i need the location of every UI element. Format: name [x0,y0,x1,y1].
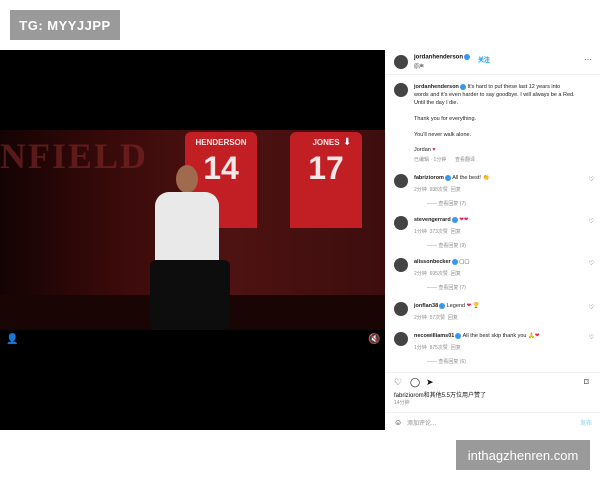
likes-summary: fabriziorom和其他5.5万位用户赞了 [394,393,487,399]
comment-username[interactable]: alissonbecker [414,259,451,265]
post-time: 已编辑 · 1分钟 [414,157,447,163]
comment-bar: ☺ 添加评论... 发布 [385,412,600,431]
view-replies[interactable]: —— 查看回复 (9) [427,242,466,249]
post-age: 14分钟 [394,400,410,406]
verified-icon [444,174,451,181]
comment-input[interactable]: 添加评论... [407,418,436,427]
heart-icon: ♥ [432,147,436,153]
locker-room-scene: NFIELD HENDERSON 14 JONES 17 [0,130,385,330]
audio-label: 原声 [414,64,425,70]
reply-button[interactable]: 回复 [451,345,461,351]
avatar[interactable] [394,302,408,316]
comment-meta: 2分钟 695次赞 回复 [414,271,461,277]
comment-text: fabriziorom All the best! 👏 [414,174,490,181]
avatar[interactable] [394,174,408,188]
verified-icon [455,332,462,339]
comment-username[interactable]: necowilliams01 [414,333,454,339]
reply-button[interactable]: 回复 [451,229,461,235]
follow-button[interactable]: 关注 [478,55,490,64]
caption-thanks: Thank you for everything. [414,116,477,122]
avatar[interactable] [394,332,408,346]
comment-username[interactable]: stevengerrard [414,217,451,223]
comment-text: stevengerrard ❤❤ [414,216,469,223]
emoji-icon[interactable]: ☺ [394,418,402,427]
shirt-number: 17 [308,150,344,186]
reply-button[interactable]: 回复 [451,271,461,277]
like-icon[interactable]: ♡ [589,304,594,311]
avatar[interactable] [394,258,408,272]
share-icon[interactable]: ➤ [426,377,434,388]
comment-meta: 2分钟 938次赞 回复 [414,187,461,193]
watermark-top: TG: MYYJJPP [10,10,120,40]
video-player[interactable]: NFIELD HENDERSON 14 JONES 17 ⬇ 👤 🔇 [0,50,385,430]
verified-icon [451,216,458,223]
comment-username[interactable]: fabriziorom [414,175,444,181]
comment-meta: 1分钟 875次赞 回复 [414,345,461,351]
verified-icon [439,302,446,309]
post-panel: jordanhenderson 关注 原声 ··· jordanhenderso… [385,50,600,430]
verified-icon [459,83,466,90]
view-replies[interactable]: —— 查看回复 (7) [427,284,466,291]
watermark-bottom: inthagzhenren.com [456,440,590,470]
user-icon[interactable]: 👤 [6,334,18,345]
comment-text: alissonbecker ▢▢ [414,258,470,265]
verified-icon [451,258,458,265]
like-icon[interactable]: ♡ [589,176,594,183]
more-icon[interactable]: ··· [584,55,592,64]
banner-text: NFIELD [0,136,149,176]
mute-icon[interactable]: 🔇 [368,334,380,345]
person-head [176,165,198,193]
comment-text: necowilliams01 All the best skip thank y… [414,332,540,339]
shirt-name: HENDERSON [195,138,247,147]
caption-ynwa: You'll never walk alone. [414,132,472,138]
person-legs [150,260,230,330]
reply-button[interactable]: 回复 [451,187,461,193]
bookmark-icon[interactable]: ⌑ [584,377,589,388]
comment-meta: 1分钟 373次赞 回复 [414,229,461,235]
translate-link[interactable]: 查看翻译 [455,156,475,163]
comment-text: jonflan38 Legend ❤ 🏆 [414,302,480,309]
like-icon[interactable]: ♡ [589,334,594,341]
like-icon[interactable]: ♡ [589,260,594,267]
avatar[interactable] [394,216,408,230]
caption-signature: Jordan ♥ [414,147,436,153]
post-header: jordanhenderson 关注 原声 ··· [385,50,600,75]
comment-username[interactable]: jonflan38 [414,303,438,309]
action-bar: ♡ ◯ ➤ ⌑ [385,372,600,387]
view-replies[interactable]: —— 查看回复 (7) [427,200,466,207]
person-body [155,192,219,264]
avatar[interactable] [394,55,408,69]
comment-meta: 2分钟 57次赞 回复 [414,315,458,321]
like-icon[interactable]: ♡ [394,377,402,388]
post-button[interactable]: 发布 [580,418,592,427]
username[interactable]: jordanhenderson [414,54,471,61]
avatar[interactable] [394,83,408,97]
comment-icon[interactable]: ◯ [410,377,420,388]
verified-icon [464,54,471,60]
caption: jordanhenderson It's hard to put these l… [414,83,575,106]
tag-people-icon[interactable]: ⬇ [343,137,351,148]
caption-username[interactable]: jordanhenderson [414,84,459,90]
view-replies[interactable]: —— 查看回复 (6) [427,358,466,365]
like-icon[interactable]: ♡ [589,218,594,225]
reply-button[interactable]: 回复 [448,315,458,321]
